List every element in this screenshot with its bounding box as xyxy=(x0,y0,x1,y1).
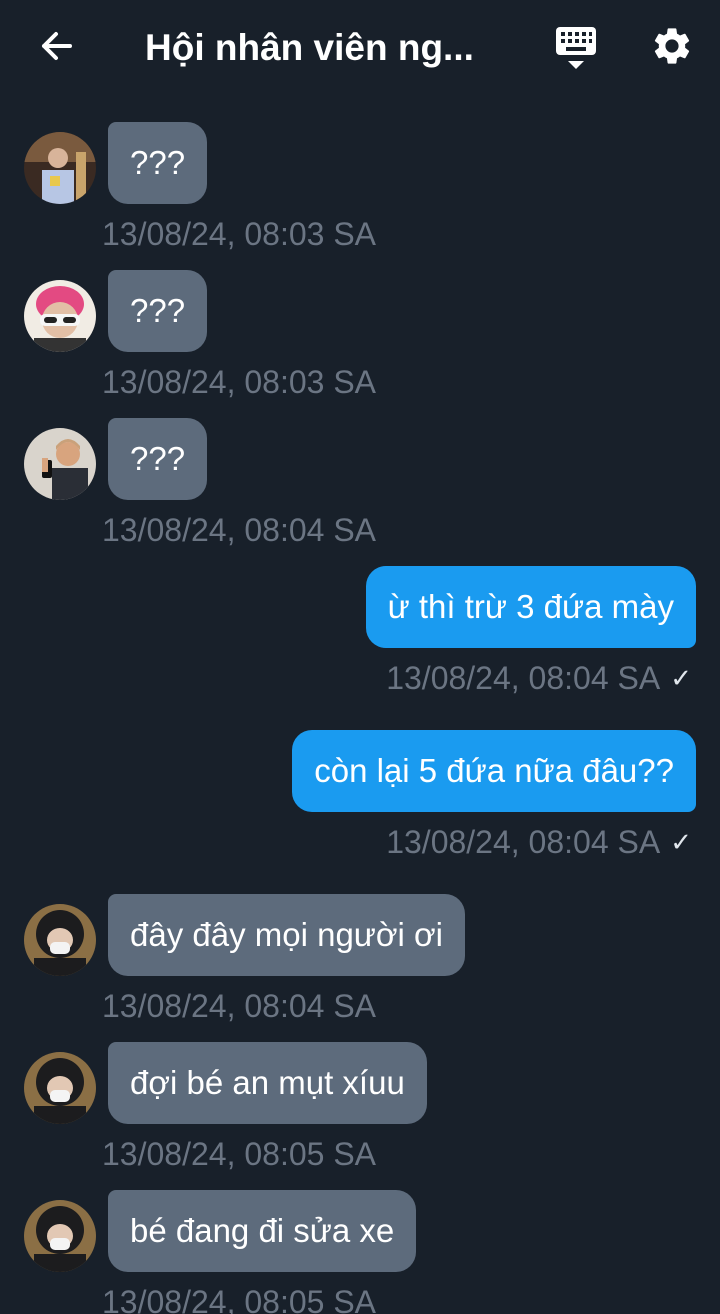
message-bubble-outgoing[interactable]: còn lại 5 đứa nữa đâu?? xyxy=(292,730,696,812)
message-bubble[interactable]: đây đây mọi người ơi xyxy=(108,894,466,976)
sender-avatar[interactable] xyxy=(24,1052,96,1124)
message-timestamp: 13/08/24, 08:03 SA xyxy=(102,216,376,252)
sender-avatar[interactable] xyxy=(24,132,96,204)
message-timestamp: 13/08/24, 08:05 SA xyxy=(102,1136,376,1172)
arrow-left-icon xyxy=(36,26,76,71)
read-check-icon: ✓ xyxy=(670,827,692,857)
chat-title[interactable]: Hội nhân viên ng... xyxy=(145,22,515,74)
sender-avatar[interactable] xyxy=(24,280,96,352)
sender-avatar[interactable] xyxy=(24,1200,96,1272)
message-bubble-outgoing[interactable]: ừ thì trừ 3 đứa mày xyxy=(365,566,696,648)
keyboard-icon xyxy=(554,25,598,76)
read-check-icon: ✓ xyxy=(670,663,692,693)
back-button[interactable] xyxy=(30,22,82,74)
message-timestamp: 13/08/24, 08:04 SA xyxy=(386,660,661,696)
chat-screen: Hội nhân viên ng... ??? 13/08/24, 08:03 … xyxy=(0,0,720,1314)
message-bubble[interactable]: ??? xyxy=(108,122,208,204)
message-bubble[interactable]: đợi bé an mụt xíuu xyxy=(108,1042,427,1124)
settings-button[interactable] xyxy=(646,22,698,74)
gear-icon xyxy=(650,24,694,73)
message-bubble[interactable]: ??? xyxy=(108,418,208,500)
keyboard-toggle-button[interactable] xyxy=(550,24,602,76)
message-timestamp-row: 13/08/24, 08:04 SA ✓ xyxy=(386,658,692,698)
top-app-bar: Hội nhân viên ng... xyxy=(0,0,720,96)
message-timestamp: 13/08/24, 08:04 SA xyxy=(102,512,376,548)
message-bubble[interactable]: bé đang đi sửa xe xyxy=(108,1190,417,1272)
sender-avatar[interactable] xyxy=(24,904,96,976)
sender-avatar[interactable] xyxy=(24,428,96,500)
message-timestamp: 13/08/24, 08:03 SA xyxy=(102,364,376,400)
message-bubble[interactable]: ??? xyxy=(108,270,208,352)
message-timestamp: 13/08/24, 08:04 SA xyxy=(102,988,376,1024)
message-timestamp: 13/08/24, 08:04 SA xyxy=(386,824,661,860)
message-timestamp: 13/08/24, 08:05 SA xyxy=(102,1284,376,1314)
message-timestamp-row: 13/08/24, 08:04 SA ✓ xyxy=(386,822,692,862)
